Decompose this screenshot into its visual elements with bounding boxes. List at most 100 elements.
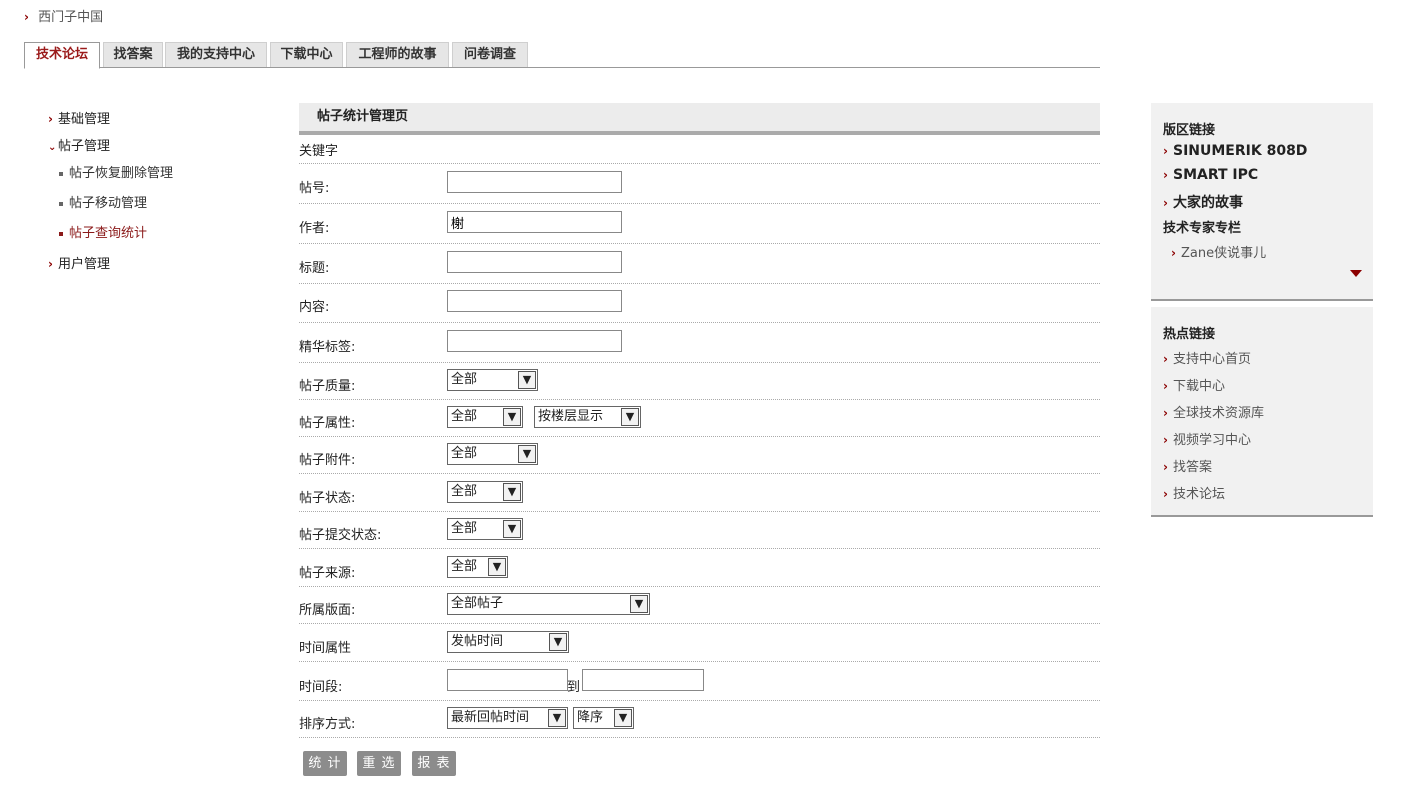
- hot-link-label: 下载中心: [1173, 379, 1226, 394]
- hot-link-downloads[interactable]: › 下载中心: [1163, 375, 1225, 394]
- expert-title: 技术专家专栏: [1163, 221, 1242, 236]
- time-attr-select[interactable]: 发帖时间 ▼: [447, 631, 569, 653]
- chevron-right-icon: ›: [1163, 352, 1168, 366]
- attribute-select[interactable]: 全部 ▼: [447, 406, 523, 428]
- sort-order-select[interactable]: 降序 ▼: [573, 707, 634, 729]
- post-no-label: 帖号:: [299, 181, 330, 196]
- title-row: 标题:: [299, 243, 1100, 284]
- chevron-down-icon: ▼: [503, 520, 521, 538]
- quality-label: 帖子质量:: [299, 379, 356, 394]
- bullet-icon: [59, 231, 63, 236]
- top-tabs: 技术论坛 找答案 我的支持中心 下载中心 工程师的故事 问卷调查: [24, 42, 1100, 69]
- post-no-row: 帖号:: [299, 163, 1100, 204]
- sort-label: 排序方式:: [299, 717, 356, 732]
- attribute-value: 全部: [451, 409, 478, 424]
- status-value: 全部: [451, 484, 478, 499]
- chevron-down-icon: ▼: [518, 371, 536, 389]
- board-select[interactable]: 全部帖子 ▼: [447, 593, 650, 615]
- nav-basic-management[interactable]: › 基础管理: [48, 108, 110, 127]
- nav-post-query-stats[interactable]: 帖子查询统计: [59, 222, 147, 241]
- chevron-down-icon: ▼: [630, 595, 648, 613]
- chevron-right-icon: ›: [1163, 379, 1168, 393]
- chevron-down-icon: ▼: [621, 408, 639, 426]
- source-select[interactable]: 全部 ▼: [447, 556, 508, 578]
- chevron-down-icon: ⌄: [48, 142, 57, 153]
- sort-order-value: 降序: [577, 710, 604, 725]
- board-link-stories[interactable]: › 大家的故事: [1163, 192, 1243, 212]
- chevron-right-icon: ›: [1163, 144, 1168, 158]
- chevron-right-icon: ›: [1163, 433, 1168, 447]
- time-range-row: 时间段: 到: [299, 661, 1100, 701]
- attachment-label: 帖子附件:: [299, 453, 356, 468]
- tab-my-support[interactable]: 我的支持中心: [165, 42, 267, 67]
- title-input[interactable]: [447, 251, 622, 273]
- form-header: 帖子统计管理页: [299, 103, 1100, 135]
- hot-link-label: 全球技术资源库: [1173, 406, 1265, 421]
- quality-select[interactable]: 全部 ▼: [447, 369, 538, 391]
- hot-link-global-resources[interactable]: › 全球技术资源库: [1163, 402, 1264, 421]
- nav-post-move[interactable]: 帖子移动管理: [59, 192, 147, 211]
- time-attr-value: 发帖时间: [451, 634, 504, 649]
- board-link-808d[interactable]: › SINUMERIK 808D: [1163, 143, 1307, 159]
- nav-post-restore[interactable]: 帖子恢复删除管理: [59, 162, 173, 181]
- board-link-smart-ipc[interactable]: › SMART IPC: [1163, 167, 1258, 183]
- time-from-input[interactable]: [447, 669, 568, 691]
- chevron-right-icon: ›: [48, 112, 53, 126]
- tab-engineer-stories[interactable]: 工程师的故事: [346, 42, 449, 67]
- time-attr-row: 时间属性 发帖时间 ▼: [299, 623, 1100, 662]
- expert-link-zane[interactable]: › Zane侠说事儿: [1171, 242, 1266, 261]
- attribute-row: 帖子属性: 全部 ▼ 按楼层显示 ▼: [299, 399, 1100, 437]
- chevron-right-icon: ›: [1163, 487, 1168, 501]
- breadcrumb[interactable]: › 西门子中国: [24, 6, 103, 25]
- source-value: 全部: [451, 559, 478, 574]
- hot-link-label: 找答案: [1173, 460, 1213, 475]
- quality-value: 全部: [451, 372, 478, 387]
- tab-tech-forum[interactable]: 技术论坛: [24, 42, 100, 69]
- hot-link-find-answers[interactable]: › 找答案: [1163, 456, 1212, 475]
- tab-find-answers[interactable]: 找答案: [103, 42, 163, 67]
- author-input[interactable]: [447, 211, 622, 233]
- nav-sub-label: 帖子移动管理: [69, 196, 148, 211]
- status-select[interactable]: 全部 ▼: [447, 481, 523, 503]
- reset-button[interactable]: 重 选: [357, 751, 401, 776]
- sort-field-select[interactable]: 最新回帖时间 ▼: [447, 707, 568, 729]
- submit-status-select[interactable]: 全部 ▼: [447, 518, 523, 540]
- chevron-right-icon: ›: [48, 257, 53, 271]
- chevron-right-icon: ›: [1171, 246, 1176, 260]
- bullet-icon: [59, 171, 63, 176]
- board-link-label: 大家的故事: [1173, 195, 1243, 211]
- tag-input[interactable]: [447, 330, 622, 352]
- status-row: 帖子状态: 全部 ▼: [299, 473, 1100, 512]
- board-value: 全部帖子: [451, 596, 504, 611]
- content-input[interactable]: [447, 290, 622, 312]
- author-row: 作者:: [299, 203, 1100, 244]
- nav-user-management[interactable]: › 用户管理: [48, 253, 110, 272]
- time-attr-label: 时间属性: [299, 641, 352, 656]
- tab-survey[interactable]: 问卷调查: [452, 42, 528, 67]
- display-mode-select[interactable]: 按楼层显示 ▼: [534, 406, 641, 428]
- author-label: 作者:: [299, 221, 330, 236]
- time-to-input[interactable]: [582, 669, 704, 691]
- chevron-down-icon: ▼: [549, 633, 567, 651]
- hot-link-tech-forum[interactable]: › 技术论坛: [1163, 483, 1225, 502]
- content-label: 内容:: [299, 300, 330, 315]
- board-row: 所属版面: 全部帖子 ▼: [299, 586, 1100, 624]
- stat-button[interactable]: 统 计: [303, 751, 347, 776]
- board-label: 所属版面:: [299, 603, 356, 618]
- nav-users-label: 用户管理: [58, 257, 111, 272]
- report-button[interactable]: 报 表: [412, 751, 456, 776]
- attribute-label: 帖子属性:: [299, 416, 356, 431]
- tab-downloads[interactable]: 下载中心: [270, 42, 343, 67]
- post-no-input[interactable]: [447, 171, 622, 193]
- nav-post-management[interactable]: ⌄ 帖子管理: [48, 135, 110, 154]
- chevron-down-icon: ▼: [488, 558, 506, 576]
- chevron-right-icon: ›: [1163, 460, 1168, 474]
- attachment-select[interactable]: 全部 ▼: [447, 443, 538, 465]
- status-label: 帖子状态:: [299, 491, 356, 506]
- expand-arrow-icon[interactable]: [1350, 270, 1362, 277]
- hot-link-video-center[interactable]: › 视频学习中心: [1163, 429, 1251, 448]
- hot-links-panel: 热点链接 › 支持中心首页 › 下载中心 › 全球技术资源库 › 视频学习中心 › 找答案…: [1151, 307, 1373, 517]
- hot-link-support-home[interactable]: › 支持中心首页: [1163, 348, 1251, 367]
- breadcrumb-label: 西门子中国: [38, 10, 104, 25]
- chevron-down-icon: ▼: [503, 408, 521, 426]
